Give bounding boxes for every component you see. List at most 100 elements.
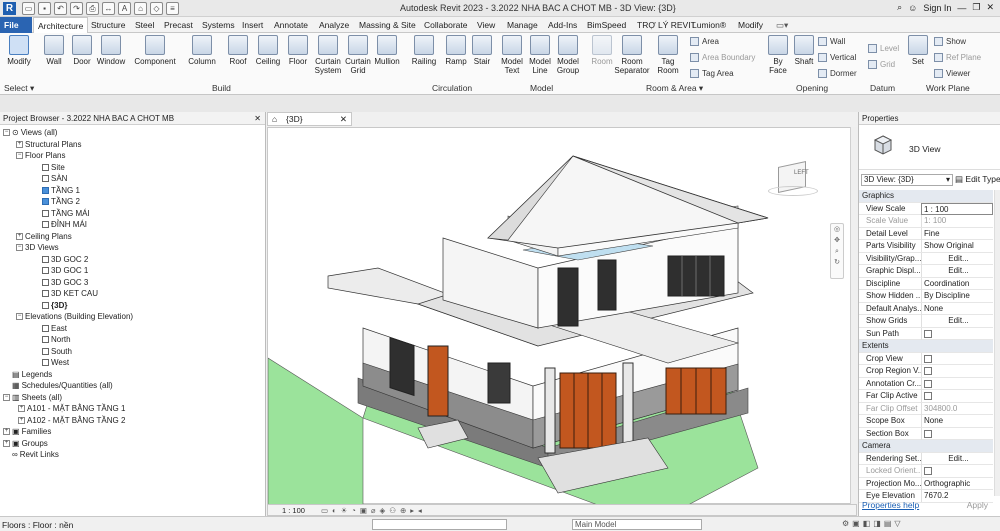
pan-icon[interactable]: ✥ (831, 235, 843, 246)
level-button[interactable]: Level (868, 44, 899, 53)
collapse-icon[interactable]: − (3, 129, 10, 136)
ramp-button[interactable]: Ramp (442, 35, 470, 66)
tree-3d-views[interactable]: −3D Views (16, 242, 59, 253)
tree-families[interactable]: + ▣ Families (3, 426, 51, 437)
property-value[interactable]: None (921, 415, 993, 427)
collapse-icon[interactable]: − (16, 313, 23, 320)
tree-view-east[interactable]: East (42, 323, 67, 334)
tree-view-west[interactable]: West (42, 357, 69, 368)
tab-steel[interactable]: Steel (131, 17, 158, 33)
area-button[interactable]: Area (690, 37, 719, 46)
tag-area-button[interactable]: Tag Area (690, 69, 734, 78)
workset-dropdown[interactable] (372, 519, 507, 530)
tree-sheets[interactable]: − ▥ Sheets (all) (3, 392, 62, 403)
property-category[interactable]: Camera (859, 440, 993, 453)
window-button[interactable]: Window (96, 35, 126, 66)
model-group-button[interactable]: Model Group (554, 35, 582, 75)
expand-icon[interactable]: + (16, 233, 23, 240)
select-dropdown[interactable]: Select ▾ (4, 83, 34, 94)
tree-view-san[interactable]: SÀN (42, 173, 67, 184)
property-value[interactable]: Fine (921, 227, 993, 240)
tree-sheet-a102[interactable]: + A102 - MẶT BẰNG TẦNG 2 (18, 415, 125, 426)
sign-in-link[interactable]: Sign In (923, 3, 951, 13)
tag-room-button[interactable]: Tag Room (654, 35, 682, 75)
tab-insert[interactable]: Insert (238, 17, 267, 33)
tab-precast[interactable]: Precast (160, 17, 197, 33)
tab-manage[interactable]: Manage (503, 17, 542, 33)
property-category[interactable]: Extents (859, 340, 993, 353)
checkbox-icon[interactable] (924, 354, 932, 363)
search-icon[interactable]: ⌕ (897, 2, 902, 13)
expand-icon[interactable]: + (18, 417, 25, 424)
property-category[interactable]: Graphics (859, 190, 993, 203)
view-control-icons[interactable]: ▭◐☀◔▣⌀◈⚇⊕▸◂ (321, 506, 426, 515)
close-icon[interactable]: ✕ (254, 112, 261, 125)
section-icon[interactable]: ◇ (150, 2, 163, 15)
edit-type-button[interactable]: ▤ Edit Type (955, 174, 1000, 185)
tree-floor-plans[interactable]: − Floor Plans (16, 150, 65, 161)
property-value[interactable]: Coordination (921, 277, 993, 290)
tree-view-3d-goc-3[interactable]: 3D GOC 3 (42, 277, 88, 288)
ceiling-button[interactable]: Ceiling (254, 35, 282, 66)
property-checkbox[interactable] (921, 427, 993, 440)
revit-logo-icon[interactable]: R (3, 2, 16, 15)
curtain-system-button[interactable]: Curtain System (314, 35, 342, 75)
tree-revit-links[interactable]: ∞ Revit Links (3, 449, 59, 460)
tab-analyze[interactable]: Analyze (315, 17, 353, 33)
viewer-button[interactable]: Viewer (934, 69, 970, 78)
property-edit-button[interactable]: Edit... (921, 265, 993, 277)
view-scale[interactable]: 1 : 100 (282, 506, 305, 515)
area-boundary-button[interactable]: Area Boundary (690, 53, 755, 62)
property-checkbox[interactable] (921, 390, 993, 402)
property-value[interactable]: 304800.0 (921, 402, 993, 415)
tab-architecture[interactable]: Architecture (33, 17, 89, 33)
railing-button[interactable]: Railing (410, 35, 438, 66)
tab-add-ins[interactable]: Add-Ins (544, 17, 581, 33)
tab-massing-site[interactable]: Massing & Site (355, 17, 420, 33)
expand-icon[interactable]: + (16, 141, 23, 148)
property-edit-button[interactable]: Edit... (921, 252, 993, 265)
show-button[interactable]: Show (934, 37, 966, 46)
collapse-icon[interactable]: − (3, 394, 10, 401)
thin-lines-icon[interactable]: ≡ (166, 2, 179, 15)
navigation-bar[interactable]: ◎ ✥ ⌕ ↻ (830, 223, 844, 279)
steering-wheel-icon[interactable]: ◎ (831, 224, 843, 235)
checkbox-icon[interactable] (924, 329, 932, 338)
tree-view-north[interactable]: North (42, 334, 71, 345)
properties-scrollbar[interactable] (994, 190, 1000, 496)
property-value[interactable]: Show Original (921, 240, 993, 252)
vertical-opening-button[interactable]: Vertical (818, 53, 856, 62)
tree-sheet-a101[interactable]: + A101 - MẶT BẰNG TẦNG 1 (18, 403, 125, 414)
checkbox-icon[interactable] (924, 467, 932, 475)
properties-help-link[interactable]: Properties help (862, 500, 919, 510)
print-icon[interactable]: ⎙ (86, 2, 99, 15)
tree-view-3d-goc-2[interactable]: 3D GOC 2 (42, 254, 88, 265)
tree-view-tang-2[interactable]: TẦNG 2 (42, 196, 80, 207)
property-value[interactable]: 1: 100 (921, 215, 993, 227)
wall-button[interactable]: Wall (40, 35, 68, 66)
by-face-button[interactable]: By Face (764, 35, 792, 75)
tree-ceiling-plans[interactable]: + Ceiling Plans (16, 231, 72, 242)
modify-button[interactable]: Modify (4, 35, 34, 66)
close-icon[interactable]: ✕ (340, 113, 347, 126)
tree-view-site[interactable]: Site (42, 162, 65, 173)
column-button[interactable]: Column (188, 35, 216, 66)
floor-button[interactable]: Floor (284, 35, 312, 66)
undo-icon[interactable]: ↶ (54, 2, 67, 15)
tree-view-south[interactable]: South (42, 346, 72, 357)
tab-view[interactable]: View (473, 17, 499, 33)
tab-annotate[interactable]: Annotate (270, 17, 312, 33)
orbit-icon[interactable]: ↻ (831, 257, 843, 268)
property-value[interactable]: Orthographic (921, 477, 993, 490)
property-checkbox[interactable] (921, 352, 993, 365)
tree-view-dinh-mai[interactable]: ĐỈNH MÁI (42, 219, 87, 230)
checkbox-icon[interactable] (924, 379, 932, 388)
ribbon-options-icon[interactable]: ▭▾ (772, 17, 792, 33)
tab-lumion[interactable]: Lumion® (688, 17, 730, 33)
tab-systems[interactable]: Systems (198, 17, 239, 33)
minimize-button[interactable]: — (957, 3, 966, 13)
wall-opening-button[interactable]: Wall (818, 37, 845, 46)
tree-structural-plans[interactable]: + Structural Plans (16, 139, 81, 150)
door-button[interactable]: Door (68, 35, 96, 66)
property-checkbox[interactable] (921, 327, 993, 340)
